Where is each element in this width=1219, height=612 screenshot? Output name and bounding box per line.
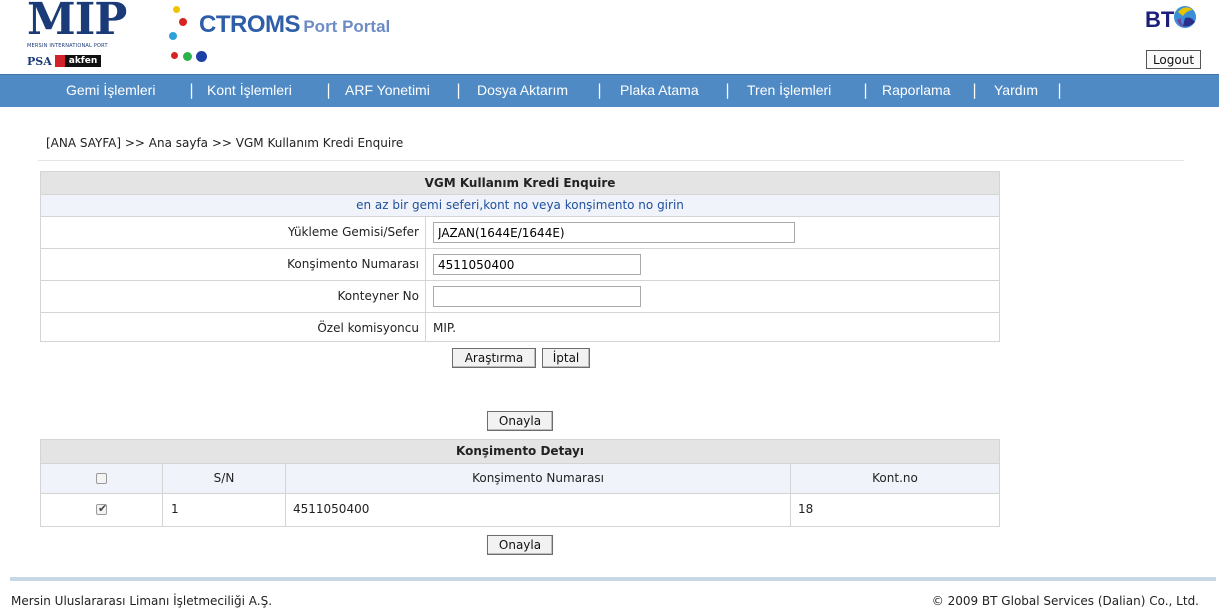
logo-dot-icon xyxy=(183,52,192,61)
form-title: VGM Kullanım Kredi Enquire xyxy=(41,172,999,194)
akfen-logo: akfen xyxy=(54,55,102,67)
nav-item-yardim[interactable]: Yardım xyxy=(994,82,1038,98)
nav-separator: | xyxy=(456,81,462,99)
column-header-sn: S/N xyxy=(213,471,235,485)
nav-separator: | xyxy=(725,81,731,99)
container-no-input[interactable] xyxy=(433,286,641,307)
cancel-button[interactable]: İptal xyxy=(542,348,590,368)
nav-item-gemi-islemleri[interactable]: Gemi İşlemleri xyxy=(66,82,155,98)
vessel-row: Yükleme Gemisi/Sefer xyxy=(41,216,999,248)
table-header-row: S/N Konşimento Numarası Kont.no xyxy=(41,463,999,493)
column-header-cont-no: Kont.no xyxy=(872,471,918,485)
checkmark-icon: ✔ xyxy=(98,502,108,515)
container-row: Konteyner No xyxy=(41,280,999,312)
header: MIP MERSIN INTERNATIONAL PORT PSA akfen … xyxy=(0,0,1219,74)
portal-title: CTROMS Port Portal xyxy=(199,11,391,38)
logo-dot-icon xyxy=(196,51,207,62)
footer-copyright: © 2009 BT Global Services (Dalian) Co., … xyxy=(931,594,1199,608)
agent-row: Özel komisyoncu MIP. xyxy=(41,312,999,342)
nav-item-tren-islemleri[interactable]: Tren İşlemleri xyxy=(747,82,831,98)
confirm-button-top[interactable]: Onayla xyxy=(487,411,553,431)
mip-logo-subtitle: MERSIN INTERNATIONAL PORT xyxy=(27,43,108,49)
nav-item-raporlama[interactable]: Raporlama xyxy=(882,82,950,98)
mip-logo: MIP MERSIN INTERNATIONAL PORT PSA akfen xyxy=(27,0,139,72)
nav-separator: | xyxy=(189,81,195,99)
logo-dot-icon xyxy=(171,52,178,59)
enquiry-form: VGM Kullanım Kredi Enquire en az bir gem… xyxy=(40,171,1000,342)
bt-logo: BT xyxy=(1140,2,1200,38)
row-checkbox[interactable]: ✔ xyxy=(96,502,108,515)
psa-logo: PSA xyxy=(27,54,52,68)
partner-logos: PSA akfen xyxy=(27,54,102,68)
bl-detail-table: Konşimento Detayı S/N Konşimento Numaras… xyxy=(40,439,1000,527)
footer-divider xyxy=(10,577,1216,581)
bt-logo-text: BT xyxy=(1145,7,1175,32)
breadcrumb: [ANA SAYFA] >> Ana sayfa >> VGM Kullanım… xyxy=(46,136,404,150)
nav-item-kont-islemleri[interactable]: Kont İşlemleri xyxy=(207,82,292,98)
row-cont-no: 18 xyxy=(798,502,814,516)
row-sn: 1 xyxy=(171,502,179,516)
confirm-button-bottom[interactable]: Onayla xyxy=(487,535,553,555)
container-label: Konteyner No xyxy=(41,281,426,312)
bl-row: Konşimento Numarası xyxy=(41,248,999,280)
nav-item-dosya-aktarim[interactable]: Dosya Aktarım xyxy=(477,82,568,98)
select-all-checkbox[interactable] xyxy=(96,473,107,484)
logo-dot-icon xyxy=(179,18,187,26)
search-button[interactable]: Araştırma xyxy=(452,348,536,368)
nav-separator: | xyxy=(1057,81,1063,99)
agent-label: Özel komisyoncu xyxy=(41,313,426,342)
nav-separator: | xyxy=(972,81,978,99)
logout-button[interactable]: Logout xyxy=(1146,50,1201,69)
bl-label: Konşimento Numarası xyxy=(41,249,426,280)
ctroms-logo: CTROMS Port Portal xyxy=(165,2,425,72)
row-bl-number: 4511050400 xyxy=(293,502,370,516)
bl-number-input[interactable] xyxy=(433,254,641,275)
detail-title: Konşimento Detayı xyxy=(41,440,999,463)
table-row: ✔ 1 4511050400 18 xyxy=(41,493,999,526)
column-header-bl-number: Konşimento Numarası xyxy=(472,471,604,485)
nav-separator: | xyxy=(326,81,332,99)
mip-logo-text: MIP xyxy=(27,0,127,45)
nav-item-arf-yonetimi[interactable]: ARF Yonetimi xyxy=(345,82,430,98)
breadcrumb-divider xyxy=(38,160,1184,161)
vessel-label: Yükleme Gemisi/Sefer xyxy=(41,217,426,248)
vessel-input[interactable] xyxy=(433,222,795,243)
logo-dot-icon xyxy=(169,32,177,40)
bt-globe-icon xyxy=(1174,6,1196,28)
logo-dot-icon xyxy=(173,6,180,13)
nav-item-plaka-atama[interactable]: Plaka Atama xyxy=(620,82,699,98)
nav-separator: | xyxy=(597,81,603,99)
main-nav: Gemi İşlemleri | Kont İşlemleri | ARF Yo… xyxy=(0,74,1219,107)
form-note: en az bir gemi seferi,kont no veya konşi… xyxy=(41,194,999,216)
agent-value: MIP. xyxy=(433,321,457,335)
footer-company: Mersin Uluslararası Limanı İşletmeciliği… xyxy=(11,594,273,608)
nav-separator: | xyxy=(863,81,869,99)
